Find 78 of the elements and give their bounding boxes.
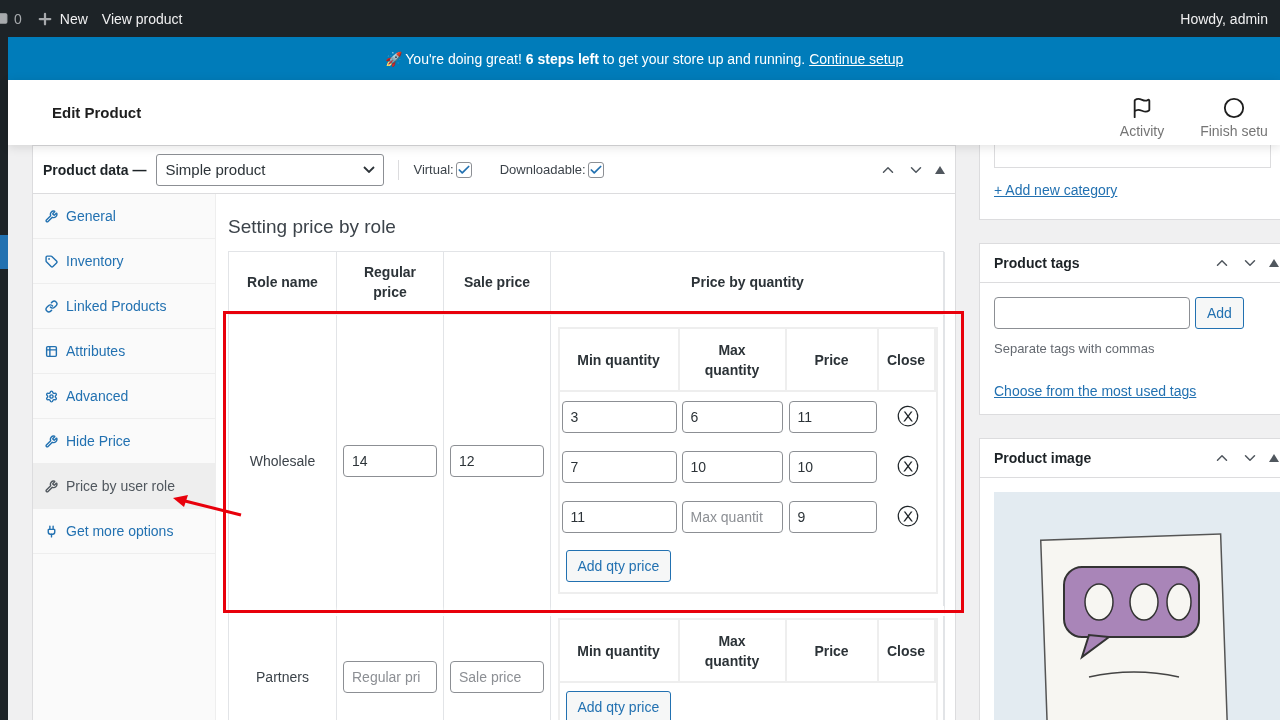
page-title: Edit Product bbox=[52, 104, 143, 121]
tab-icon bbox=[45, 479, 58, 493]
add-tag-button[interactable]: Add bbox=[1195, 297, 1244, 329]
view-product-link[interactable]: View product bbox=[101, 10, 183, 27]
tab-icon bbox=[45, 434, 58, 448]
tag-input-field[interactable] bbox=[994, 297, 1190, 329]
product-tab[interactable]: General bbox=[33, 194, 215, 239]
comment-count[interactable]: 0 bbox=[14, 10, 22, 27]
column-header: Regular price bbox=[337, 252, 444, 315]
product-tab[interactable]: Inventory bbox=[33, 239, 215, 284]
panel-title: Product image bbox=[994, 450, 1093, 466]
header-action[interactable]: Activity bbox=[1096, 96, 1188, 139]
input-field[interactable]: 11 bbox=[561, 501, 677, 533]
add-qty-price-button[interactable]: Add qty price bbox=[565, 550, 672, 582]
column-header: Price bbox=[786, 329, 879, 392]
product-tab[interactable]: Attributes bbox=[33, 329, 215, 374]
column-header: Price bbox=[786, 620, 879, 683]
collapse-icon[interactable] bbox=[935, 165, 945, 174]
column-header: Min quantity bbox=[559, 329, 680, 392]
tab-icon bbox=[45, 299, 58, 313]
product-type-select[interactable]: Simple product bbox=[156, 153, 385, 186]
add-category-link[interactable]: + Add new category bbox=[994, 182, 1118, 198]
checkbox[interactable] bbox=[587, 161, 604, 178]
collapse-icon[interactable] bbox=[1269, 454, 1279, 462]
option-label: Virtual: bbox=[413, 162, 454, 177]
new-link[interactable]: New bbox=[59, 10, 88, 27]
remove-button[interactable]: ⓧ bbox=[896, 452, 919, 482]
product-tab[interactable]: Advanced bbox=[33, 374, 215, 419]
flag-icon bbox=[1131, 96, 1153, 119]
panel-title: Product tags bbox=[994, 255, 1081, 271]
column-header: Max quantity bbox=[679, 329, 787, 392]
role-name: Partners bbox=[256, 668, 309, 685]
input-field[interactable]: Sale price bbox=[450, 660, 544, 693]
remove-button[interactable]: ⓧ bbox=[896, 502, 919, 532]
tab-icon bbox=[45, 524, 58, 538]
menu-indicator bbox=[0, 235, 8, 269]
section-title: Setting price by role bbox=[228, 216, 397, 238]
tab-icon bbox=[45, 254, 58, 268]
notice-text: 🚀 You're doing great! 6 steps left to get your store up and running. bbox=[384, 50, 806, 67]
circle-icon bbox=[1223, 96, 1245, 119]
add-qty-price-button[interactable]: Add qty price bbox=[565, 691, 672, 720]
product-tab[interactable]: Price by user role bbox=[33, 464, 215, 509]
input-field[interactable]: 6 bbox=[681, 401, 783, 433]
column-header: Role name bbox=[229, 252, 337, 315]
column-header: Close bbox=[878, 329, 936, 392]
input-field[interactable]: 7 bbox=[561, 451, 677, 483]
input-field[interactable]: 11 bbox=[788, 401, 877, 433]
column-header: Close bbox=[878, 620, 936, 683]
input-field[interactable]: Regular pri bbox=[343, 660, 437, 693]
column-header: Sale price bbox=[444, 252, 551, 315]
role-name: Wholesale bbox=[249, 452, 316, 469]
input-field[interactable]: Max quantit bbox=[681, 501, 783, 533]
column-header: Min quantity bbox=[559, 620, 680, 683]
tags-hint: Separate tags with commas bbox=[994, 341, 1156, 356]
most-used-tags-link[interactable]: Choose from the most used tags bbox=[994, 383, 1197, 399]
collapse-icon[interactable] bbox=[1269, 259, 1279, 267]
header-action[interactable]: Finish setu bbox=[1188, 96, 1280, 139]
product-tab[interactable]: Linked Products bbox=[33, 284, 215, 329]
tab-icon bbox=[45, 344, 58, 358]
tab-icon bbox=[45, 389, 58, 403]
continue-setup-link[interactable]: Continue setup bbox=[809, 50, 904, 67]
greeting-link[interactable]: Howdy, admin bbox=[1180, 10, 1268, 27]
option-label: Downloadable: bbox=[499, 162, 586, 177]
product-tab[interactable]: Get more options bbox=[33, 509, 215, 554]
column-header: Max quantity bbox=[679, 620, 787, 683]
input-field[interactable]: 14 bbox=[343, 444, 437, 477]
input-field[interactable]: 3 bbox=[561, 401, 677, 433]
tab-icon bbox=[45, 209, 58, 223]
input-field[interactable]: 10 bbox=[788, 451, 877, 483]
input-field[interactable]: 12 bbox=[450, 444, 544, 477]
remove-button[interactable]: ⓧ bbox=[896, 402, 919, 432]
input-field[interactable]: 10 bbox=[681, 451, 783, 483]
column-header: Price by quantity bbox=[551, 252, 945, 315]
input-field[interactable]: 9 bbox=[788, 501, 877, 533]
caret-icon bbox=[363, 166, 376, 173]
arrow-annotation bbox=[173, 494, 243, 518]
checkbox[interactable] bbox=[455, 161, 472, 178]
panel-title: Product data — bbox=[43, 161, 147, 178]
